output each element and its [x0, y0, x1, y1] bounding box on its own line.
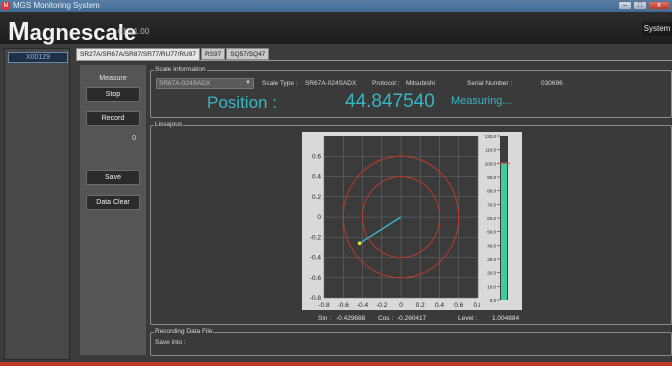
x-tick-label: 0.6: [454, 302, 463, 309]
level-tick-label: 30.0: [487, 257, 496, 262]
protocol-label: Protocol :: [372, 80, 400, 87]
control-panel: Measure Stop Record 0 Save Data Clear: [80, 65, 146, 355]
magnescale-logo: Magnescale: [8, 16, 137, 46]
chevron-down-icon: ▼: [245, 80, 251, 86]
y-tick-label: 0.6: [312, 153, 321, 160]
measure-label: Measure: [99, 75, 127, 82]
stop-button[interactable]: Stop: [86, 87, 140, 102]
device-list: X00129: [4, 48, 70, 360]
level-tick-label: 110.0: [485, 148, 496, 153]
level-tick-label: 50.0: [487, 230, 496, 235]
tab-rs97[interactable]: RS97: [200, 48, 226, 60]
save-into-label: Save into :: [155, 339, 186, 346]
level-tick-label: 100.0: [485, 161, 497, 166]
title-bar: M MGS Monitoring System – □ x: [0, 0, 672, 12]
x-tick-label: 0: [399, 302, 403, 309]
protocol-value: Mitsubishi: [406, 80, 435, 87]
device-item[interactable]: X00129: [8, 52, 68, 63]
maximize-button[interactable]: □: [633, 1, 647, 10]
y-tick-label: -0.2: [310, 234, 322, 241]
save-button[interactable]: Save: [86, 170, 140, 185]
sin-label: Sin :: [318, 315, 332, 322]
app-window: M MGS Monitoring System – □ x Magnescale…: [0, 0, 672, 366]
y-tick-label: 0: [317, 214, 321, 221]
serial-number-value: 030696: [541, 80, 563, 87]
cos-value: -0.260417: [397, 315, 427, 322]
level-tick-label: 0.0: [490, 298, 497, 303]
recording-data-title: Recording Data File: [154, 328, 214, 336]
scale-type-value: SR67A-024SADX: [305, 80, 357, 87]
level-tick-label: 10.0: [487, 284, 496, 289]
recording-data-group: Recording Data File Save into :: [150, 328, 672, 356]
window-title: MGS Monitoring System: [13, 1, 100, 10]
record-count: 0: [132, 135, 136, 142]
level-tick-label: 80.0: [487, 189, 496, 194]
position-value: 44.847540: [345, 91, 435, 112]
app-icon: M: [2, 2, 10, 10]
y-tick-label: 0.2: [312, 194, 321, 201]
version-label: 01.01.00: [118, 27, 150, 36]
level-label: Level :: [458, 315, 478, 322]
signal-point: [357, 241, 362, 246]
level-tick-label: 90.0: [487, 175, 496, 180]
x-tick-label: -0.8: [318, 302, 330, 309]
close-button[interactable]: x: [648, 1, 670, 10]
serial-number-label: Serial Number :: [467, 80, 513, 87]
x-tick-label: -0.2: [376, 302, 388, 309]
level-tick-label: 20.0: [487, 271, 496, 276]
minimize-button[interactable]: –: [618, 1, 632, 10]
level-tick-label: 60.0: [487, 216, 496, 221]
sin-value: -0.429688: [336, 315, 366, 322]
status-strip: [0, 362, 672, 366]
scale-model-value: SR67A-024SADX: [159, 80, 211, 87]
system-button[interactable]: System: [642, 22, 672, 36]
lissajous-title: Lissajous: [154, 121, 184, 129]
level-tick-label: 120.0: [485, 134, 497, 139]
scale-type-label: Scale Type :: [262, 80, 298, 87]
measuring-status: Measuring...: [451, 95, 512, 107]
scale-model-select[interactable]: SR67A-024SADX ▼: [156, 78, 254, 89]
scale-information-title: Scale Information: [154, 66, 207, 74]
position-label: Position :: [207, 93, 277, 112]
y-tick-label: -0.8: [310, 295, 322, 302]
lissajous-plot: -0.8 -0.6 -0.4 -0.2 0 0.2 0.4 0.6 0.8 -0.8 -0.6 -0.…: [302, 132, 483, 310]
data-clear-button[interactable]: Data Clear: [86, 195, 140, 210]
level-fill: [501, 162, 507, 300]
level-value: 1.004884: [492, 315, 520, 322]
y-tick-label: -0.6: [310, 275, 322, 282]
scale-information-group: Scale Information SR67A-024SADX ▼ Scale …: [150, 66, 672, 118]
record-button[interactable]: Record: [86, 111, 140, 126]
x-tick-label: 0.4: [435, 302, 444, 309]
x-tick-label: 0.2: [416, 302, 425, 309]
level-tick-label: 40.0: [487, 243, 496, 248]
lissajous-chart: -0.8 -0.6 -0.4 -0.2 0 0.2 0.4 0.6 0.8-0.8-0.6-0.…: [310, 136, 483, 309]
app-header: Magnescale 01.01.00 System: [0, 12, 672, 46]
level-meter: 0.0 10.0 20.0 30.0 40.0 50.0 60.0 70.0 80.0 90.0 1…: [480, 132, 522, 310]
level-chart: 0.0 10.0 20.0 30.0 40.0 50.0 60.0 70.0 80.0 90.0 1…: [485, 134, 510, 303]
y-tick-label: 0.4: [312, 174, 321, 181]
scale-tabs: SR27A/SR67A/SR87/SR77/RU77/RU97 RS97 SQ5…: [76, 48, 270, 61]
tab-sq-series[interactable]: SQ57/SQ47: [226, 48, 270, 60]
cos-label: Cos :: [378, 315, 394, 322]
x-tick-label: -0.4: [357, 302, 369, 309]
x-tick-label: -0.6: [338, 302, 350, 309]
y-tick-label: -0.4: [310, 255, 322, 262]
level-tick-label: 70.0: [487, 202, 496, 207]
